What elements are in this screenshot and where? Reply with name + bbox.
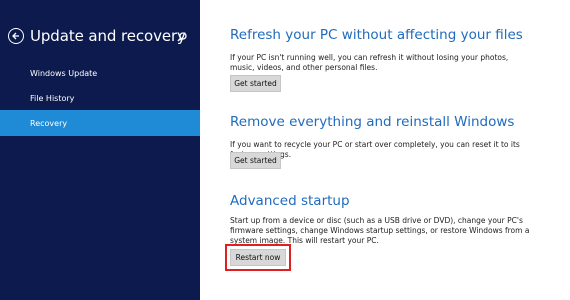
search-icon (177, 32, 187, 42)
sidebar-item-label: Recovery (30, 118, 68, 128)
advanced-startup-title: Advanced startup (230, 193, 350, 209)
sidebar-title: Update and recovery (30, 27, 186, 45)
advanced-startup-description: Start up from a device or disc (such as … (230, 216, 530, 245)
sidebar-item-label: Windows Update (30, 68, 98, 78)
restart-now-button[interactable]: Restart now (230, 249, 286, 266)
reset-title: Remove everything and reinstall Windows (230, 114, 515, 130)
back-arrow-icon (12, 32, 19, 40)
sidebar: Update and recovery Windows Update File … (0, 0, 200, 300)
search-button[interactable] (176, 28, 190, 42)
refresh-title: Refresh your PC without affecting your f… (230, 27, 523, 43)
sidebar-item-recovery[interactable]: Recovery (0, 110, 200, 136)
main-content: Refresh your PC without affecting your f… (200, 0, 570, 300)
back-button[interactable] (8, 28, 24, 44)
reset-get-started-button[interactable]: Get started (230, 152, 281, 169)
sidebar-item-label: File History (30, 93, 75, 103)
sidebar-item-file-history[interactable]: File History (0, 85, 200, 111)
refresh-get-started-button[interactable]: Get started (230, 75, 281, 92)
refresh-description: If your PC isn't running well, you can r… (230, 53, 509, 72)
sidebar-header: Update and recovery (8, 24, 194, 48)
sidebar-item-windows-update[interactable]: Windows Update (0, 60, 200, 86)
